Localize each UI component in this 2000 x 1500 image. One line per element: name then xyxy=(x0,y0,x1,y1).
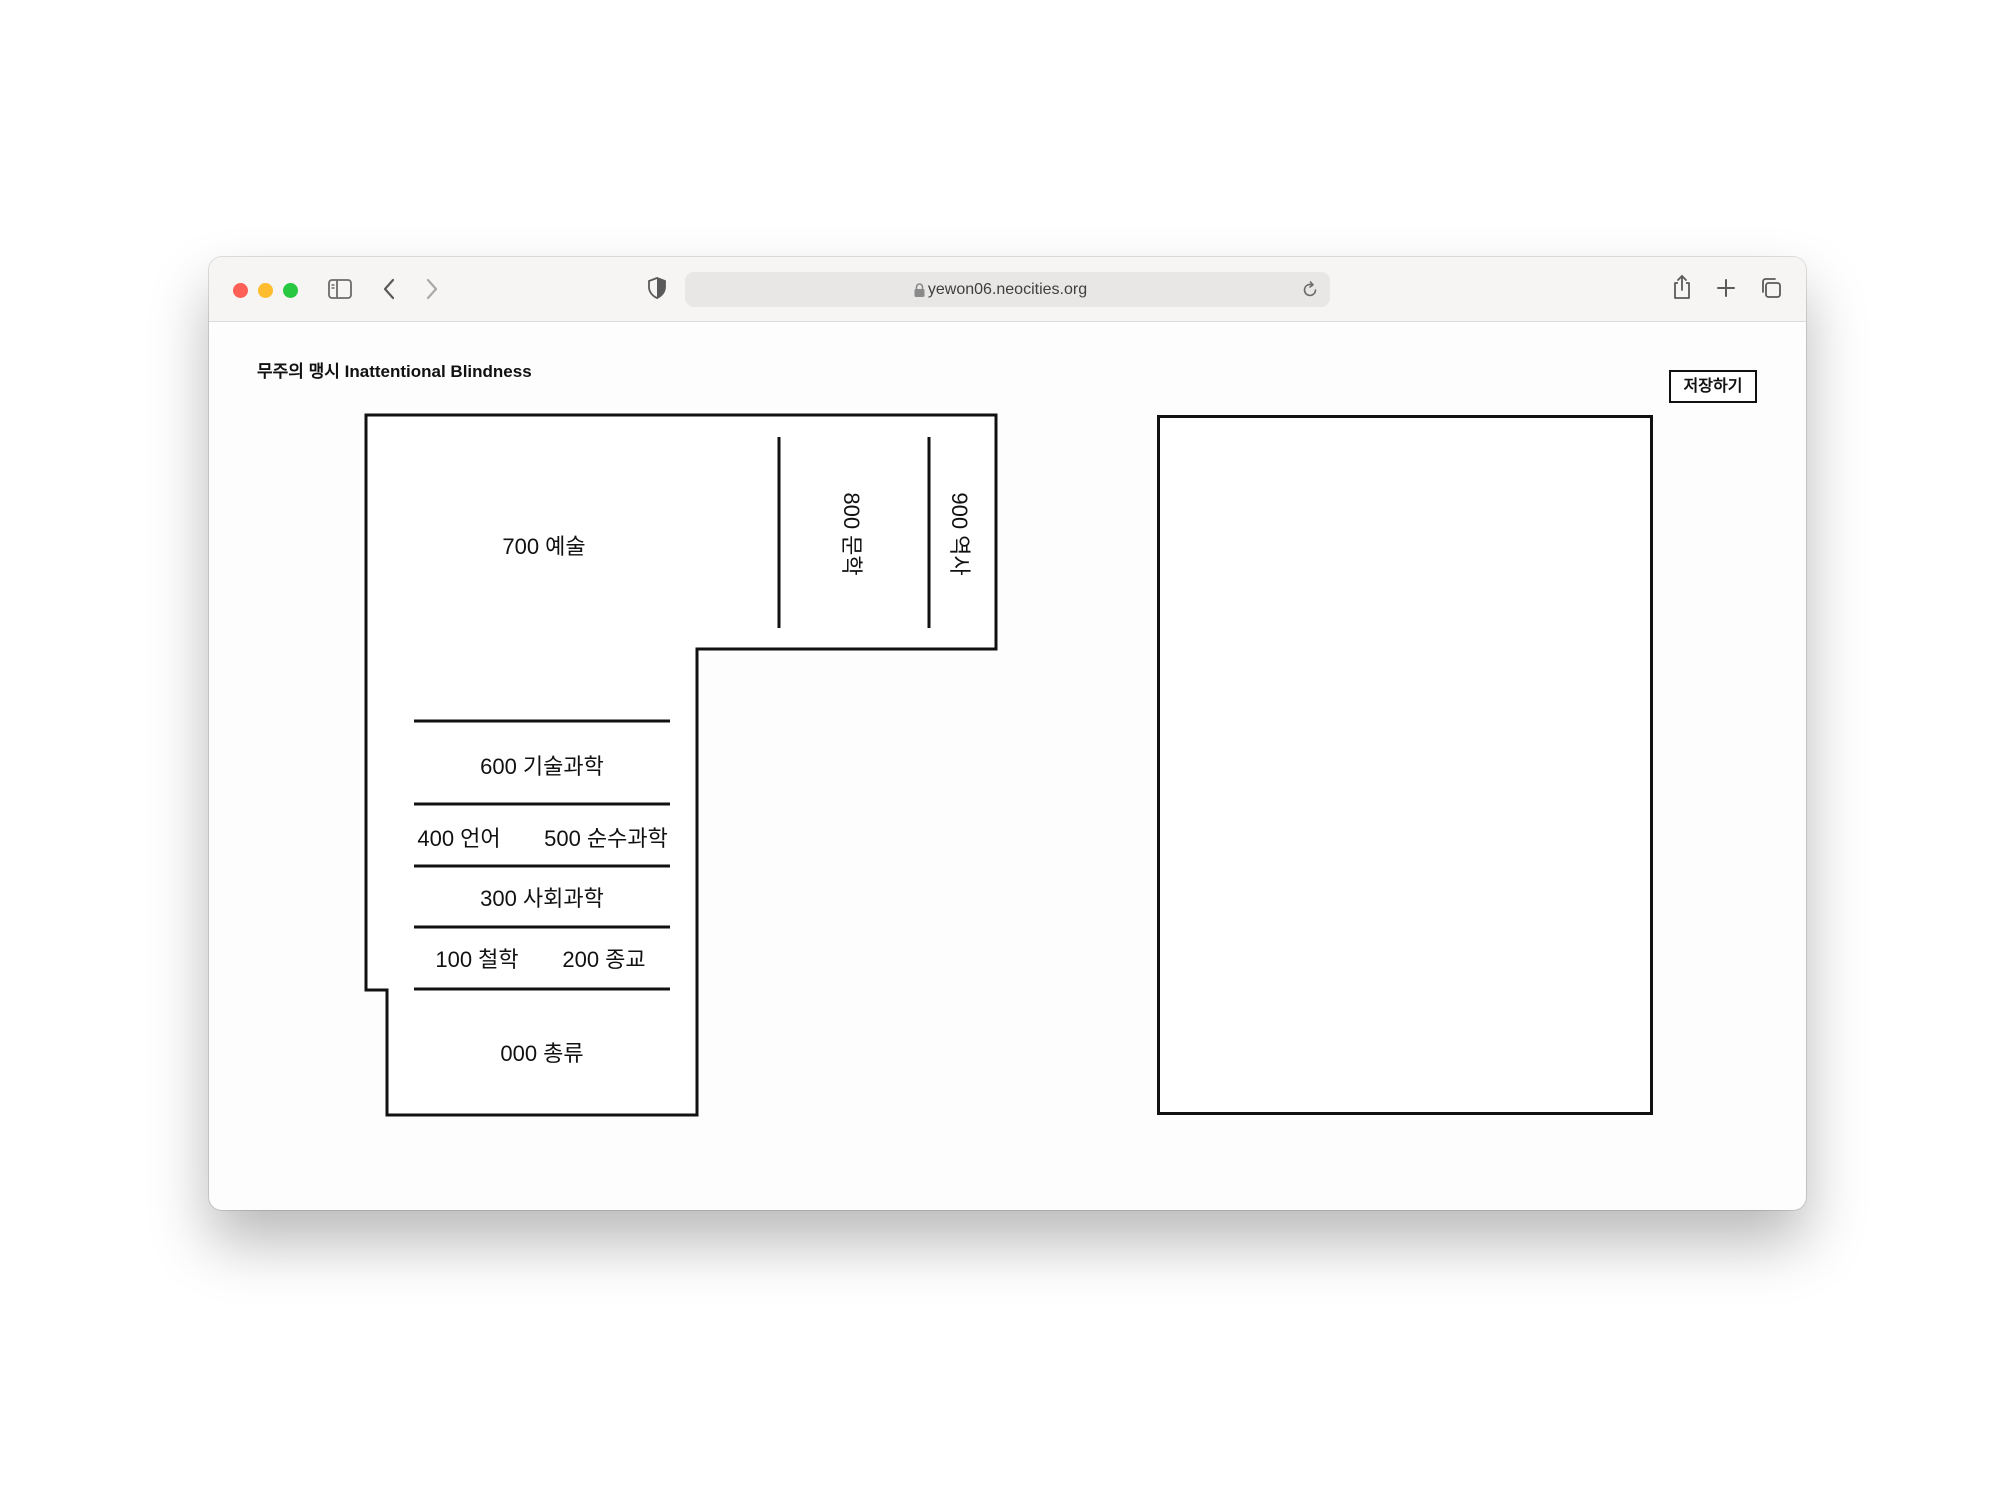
room-800-literature[interactable]: 800 문학 xyxy=(837,492,869,575)
room-500-natural-science[interactable]: 500 순수과학 xyxy=(544,821,668,853)
room-300-social-science[interactable]: 300 사회과학 xyxy=(480,881,604,913)
room-900-history[interactable]: 900 역사 xyxy=(945,492,977,575)
privacy-shield-icon[interactable] xyxy=(648,277,666,299)
share-icon[interactable] xyxy=(1672,274,1692,300)
room-200-religion[interactable]: 200 종교 xyxy=(562,942,645,974)
zoom-window-button[interactable] xyxy=(283,283,298,298)
close-window-button[interactable] xyxy=(233,283,248,298)
minimize-window-button[interactable] xyxy=(258,283,273,298)
drawing-canvas[interactable] xyxy=(1157,415,1653,1115)
forward-icon[interactable] xyxy=(425,278,439,300)
sidebar-icon[interactable] xyxy=(328,279,352,299)
address-bar[interactable]: yewon06.neocities.org xyxy=(685,272,1330,307)
page-content: 무주의 맹시 Inattentional Blindness 저장하기 700 … xyxy=(209,322,1806,1210)
reload-icon[interactable] xyxy=(1302,281,1318,298)
room-400-language[interactable]: 400 언어 xyxy=(417,821,500,853)
tabs-overview-icon[interactable] xyxy=(1760,277,1782,299)
room-100-philosophy[interactable]: 100 철학 xyxy=(435,942,518,974)
save-button[interactable]: 저장하기 xyxy=(1669,370,1757,403)
room-700-art[interactable]: 700 예술 xyxy=(502,529,585,561)
room-000-general[interactable]: 000 총류 xyxy=(500,1036,583,1068)
browser-window: yewon06.neocities.org 무주의 맹시 Inattention… xyxy=(209,257,1806,1210)
new-tab-icon[interactable] xyxy=(1717,279,1735,297)
back-icon[interactable] xyxy=(382,278,396,300)
url-text: yewon06.neocities.org xyxy=(927,281,1088,298)
floorplan-outline xyxy=(364,413,998,1117)
room-600-technology[interactable]: 600 기술과학 xyxy=(480,749,604,781)
library-floorplan xyxy=(364,413,998,1117)
browser-toolbar: yewon06.neocities.org xyxy=(209,257,1806,322)
